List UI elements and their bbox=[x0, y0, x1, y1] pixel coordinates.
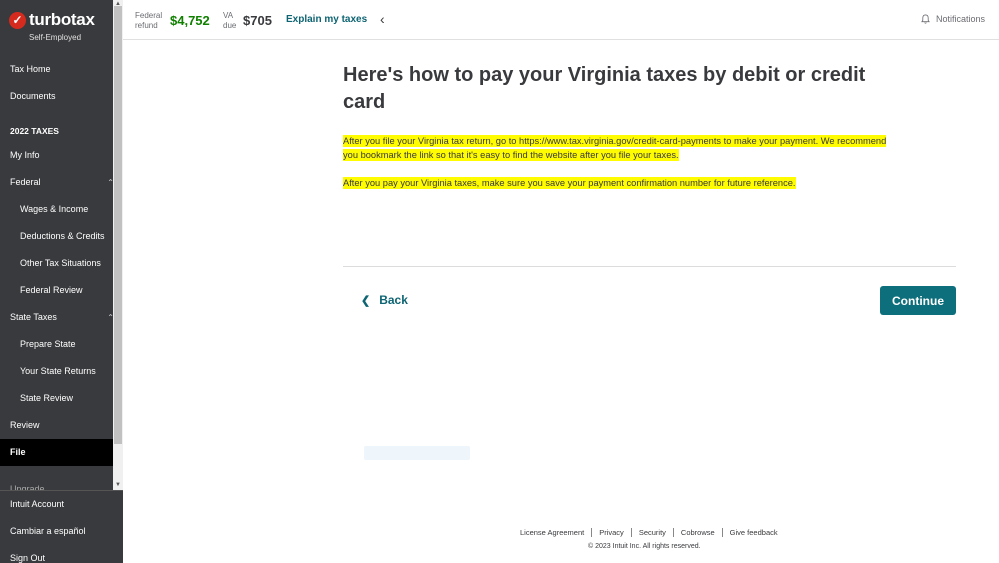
footer-separator bbox=[630, 528, 632, 537]
sidebar-section-2022-taxes: 2022 TAXES bbox=[10, 126, 59, 136]
chevron-left-icon: ❮ bbox=[361, 294, 371, 307]
continue-button[interactable]: Continue bbox=[880, 286, 956, 315]
bell-icon bbox=[921, 14, 930, 24]
checkmark-logo-icon: ✓ bbox=[9, 11, 26, 29]
sidebar-item-cambiar-espanol[interactable]: Cambiar a español bbox=[0, 518, 123, 545]
sidebar-nav: Tax Home Documents 2022 TAXES My Info Fe… bbox=[0, 56, 116, 466]
footer-separator bbox=[591, 528, 593, 537]
scroll-down-icon[interactable]: ▼ bbox=[113, 481, 123, 489]
back-button[interactable]: ❮ Back bbox=[361, 293, 408, 307]
notifications-label: Notifications bbox=[935, 14, 985, 24]
scrollbar-thumb[interactable] bbox=[114, 6, 122, 444]
chevron-left-icon[interactable]: ‹ bbox=[380, 11, 385, 27]
footer-links: License Agreement Privacy Security Cobro… bbox=[520, 528, 778, 537]
main-content: Here's how to pay your Virginia taxes by… bbox=[343, 62, 956, 190]
va-label: VA bbox=[223, 11, 234, 20]
sidebar-item-federal[interactable]: Federal ⌃ bbox=[0, 169, 116, 196]
sidebar-item-state-taxes[interactable]: State Taxes ⌃ bbox=[0, 304, 116, 331]
give-feedback-link[interactable]: Give feedback bbox=[730, 528, 778, 537]
sidebar-item-federal-review[interactable]: Federal Review bbox=[0, 277, 116, 304]
footer-separator bbox=[672, 528, 674, 537]
sidebar-scrollbar[interactable]: ▲ ▼ bbox=[113, 0, 123, 490]
sidebar-item-wages-income[interactable]: Wages & Income bbox=[0, 196, 116, 223]
highlighted-text: After you file your Virginia tax return,… bbox=[343, 135, 887, 161]
sidebar-item-upgrade[interactable]: Upgrade bbox=[10, 480, 45, 490]
sidebar-item-label: Federal bbox=[10, 177, 41, 187]
sidebar-item-documents[interactable]: Documents bbox=[0, 83, 116, 110]
license-agreement-link[interactable]: License Agreement bbox=[520, 528, 584, 537]
logo-text: turbotax bbox=[29, 10, 95, 29]
sidebar-item-deductions-credits[interactable]: Deductions & Credits bbox=[0, 223, 116, 250]
turbotax-logo[interactable]: ✓ turbotax Self-Employed bbox=[0, 0, 123, 48]
federal-refund-label: Federal refund bbox=[135, 11, 162, 31]
security-link[interactable]: Security bbox=[639, 528, 666, 537]
cobrowse-link[interactable]: Cobrowse bbox=[681, 528, 715, 537]
sidebar-item-my-info[interactable]: My Info bbox=[0, 142, 116, 169]
notifications-button[interactable]: Notifications bbox=[921, 14, 985, 24]
sidebar-item-tax-home[interactable]: Tax Home bbox=[0, 56, 116, 83]
explain-my-taxes-link[interactable]: Explain my taxes bbox=[286, 14, 367, 25]
sidebar-item-your-state-returns[interactable]: Your State Returns bbox=[0, 358, 116, 385]
privacy-link[interactable]: Privacy bbox=[599, 528, 624, 537]
federal-label: Federal bbox=[135, 11, 163, 20]
sidebar: ✓ turbotax Self-Employed Tax Home Docume… bbox=[0, 0, 123, 563]
sidebar-item-other-tax-situations[interactable]: Other Tax Situations bbox=[0, 250, 116, 277]
top-header: Federal refund $4,752 VA due $705 Explai… bbox=[123, 0, 999, 40]
sidebar-item-review[interactable]: Review bbox=[0, 412, 116, 439]
payment-instructions-paragraph: After you file your Virginia tax return,… bbox=[343, 134, 888, 162]
sidebar-item-sign-out[interactable]: Sign Out bbox=[0, 545, 123, 563]
faint-overlay-element bbox=[364, 446, 470, 460]
content-divider bbox=[343, 266, 956, 267]
sidebar-item-state-review[interactable]: State Review bbox=[0, 385, 116, 412]
sidebar-bottom-nav: Intuit Account Cambiar a español Sign Ou… bbox=[0, 490, 123, 563]
refund-label: refund bbox=[135, 21, 158, 30]
logo-subtitle: Self-Employed bbox=[29, 33, 82, 42]
copyright-text: © 2023 Intuit Inc. All rights reserved. bbox=[588, 543, 701, 550]
va-due-label: VA due bbox=[223, 11, 236, 31]
footer-separator bbox=[721, 528, 723, 537]
federal-refund-amount[interactable]: $4,752 bbox=[170, 13, 210, 28]
sidebar-item-file[interactable]: File bbox=[0, 439, 116, 466]
highlighted-text: After you pay your Virginia taxes, make … bbox=[343, 177, 796, 189]
back-label: Back bbox=[379, 293, 408, 307]
sidebar-item-label: State Taxes bbox=[10, 312, 57, 322]
page-title: Here's how to pay your Virginia taxes by… bbox=[343, 64, 866, 113]
due-label: due bbox=[223, 21, 237, 30]
sidebar-item-intuit-account[interactable]: Intuit Account bbox=[0, 491, 123, 518]
sidebar-item-prepare-state[interactable]: Prepare State bbox=[0, 331, 116, 358]
confirmation-note-paragraph: After you pay your Virginia taxes, make … bbox=[343, 176, 888, 190]
va-due-amount[interactable]: $705 bbox=[243, 13, 272, 28]
